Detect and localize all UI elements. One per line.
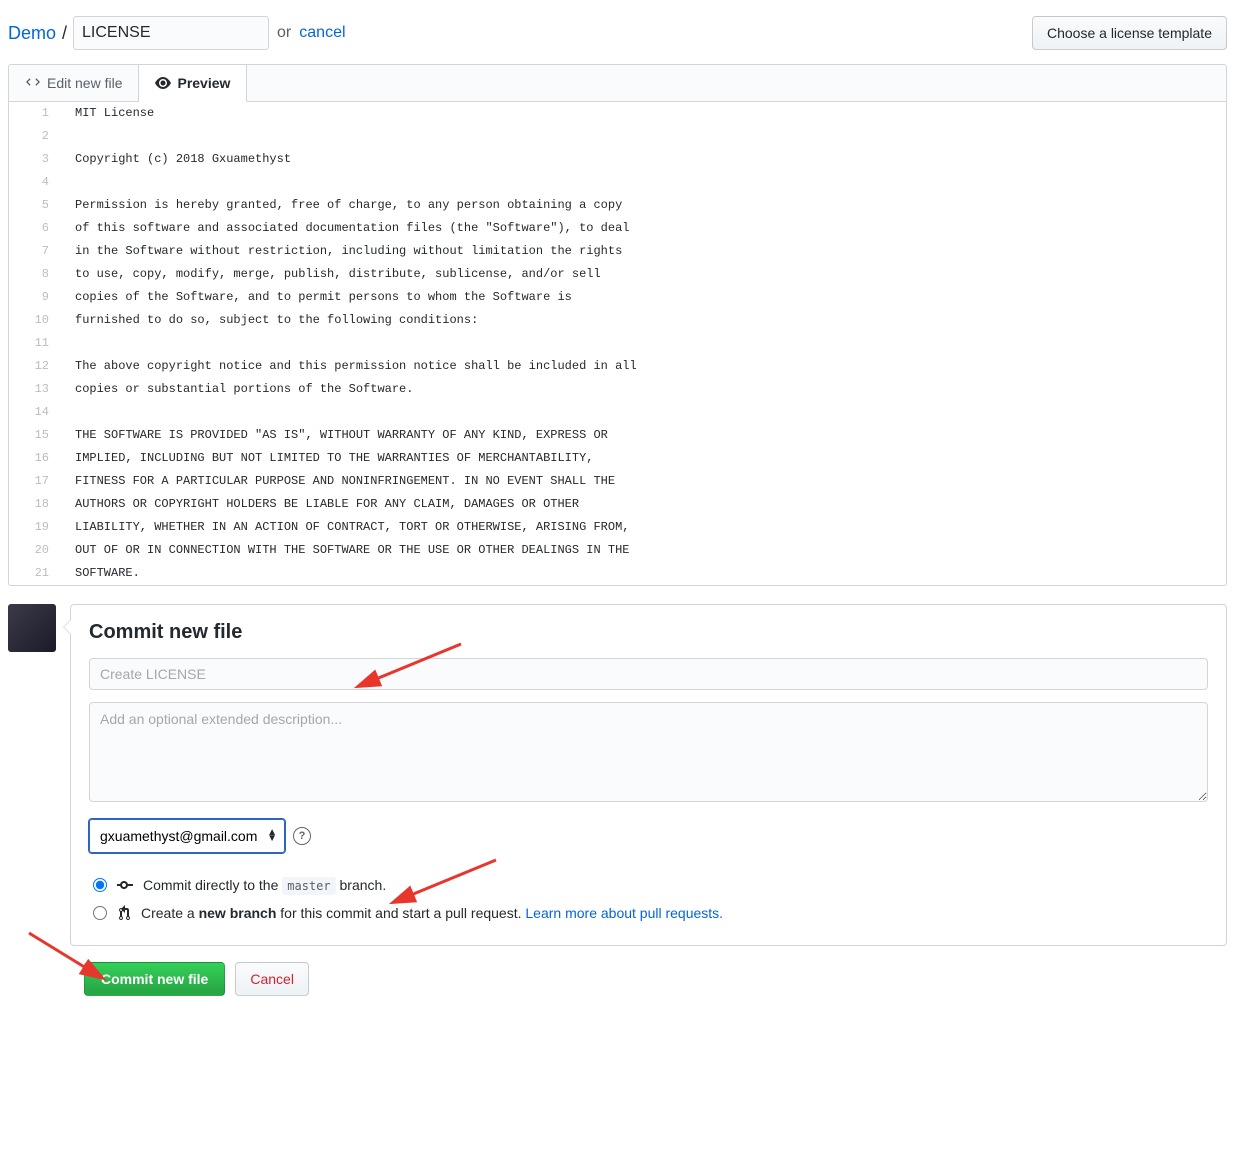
radio-new-branch-input[interactable] — [93, 906, 107, 920]
tab-edit-label: Edit new file — [47, 75, 122, 91]
line-number: 16 — [9, 447, 61, 470]
commit-description-textarea[interactable] — [89, 702, 1208, 802]
code-line: furnished to do so, subject to the follo… — [61, 309, 1226, 332]
code-line — [61, 171, 1226, 194]
line-number: 17 — [9, 470, 61, 493]
help-icon[interactable]: ? — [293, 827, 311, 845]
line-number: 18 — [9, 493, 61, 516]
code-line: AUTHORS OR COPYRIGHT HOLDERS BE LIABLE F… — [61, 493, 1226, 516]
radio-commit-direct[interactable]: Commit directly to the master branch. — [89, 871, 1208, 899]
line-number: 1 — [9, 102, 61, 125]
radio-direct-text: Commit directly to the master branch. — [143, 877, 386, 893]
commit-summary-input[interactable] — [89, 658, 1208, 690]
code-line: The above copyright notice and this perm… — [61, 355, 1226, 378]
code-line: MIT License — [61, 102, 1226, 125]
line-number: 19 — [9, 516, 61, 539]
code-line — [61, 125, 1226, 148]
code-line: SOFTWARE. — [61, 562, 1226, 585]
line-number: 2 — [9, 125, 61, 148]
line-number: 13 — [9, 378, 61, 401]
line-number: 9 — [9, 286, 61, 309]
git-pull-request-icon — [117, 905, 131, 921]
choose-license-template-button[interactable]: Choose a license template — [1032, 16, 1227, 50]
code-line: THE SOFTWARE IS PROVIDED "AS IS", WITHOU… — [61, 424, 1226, 447]
commit-section: Commit new file gxuamethyst@gmail.com ▲▼… — [8, 604, 1227, 946]
line-number: 21 — [9, 562, 61, 585]
code-line: of this software and associated document… — [61, 217, 1226, 240]
cancel-link[interactable]: cancel — [299, 24, 345, 42]
code-line: copies or substantial portions of the So… — [61, 378, 1226, 401]
line-number: 14 — [9, 401, 61, 424]
or-text: or — [277, 24, 291, 42]
cancel-button[interactable]: Cancel — [235, 962, 309, 996]
line-number: 20 — [9, 539, 61, 562]
code-line — [61, 332, 1226, 355]
file-tabs: Edit new file Preview — [8, 64, 1227, 102]
line-number: 12 — [9, 355, 61, 378]
code-line: OUT OF OR IN CONNECTION WITH THE SOFTWAR… — [61, 539, 1226, 562]
commit-email-select[interactable]: gxuamethyst@gmail.com — [89, 819, 285, 853]
learn-more-link[interactable]: Learn more about pull requests. — [525, 905, 723, 921]
commit-new-file-button[interactable]: Commit new file — [84, 962, 225, 996]
radio-new-branch[interactable]: Create a new branch for this commit and … — [89, 899, 1208, 927]
path-separator: / — [62, 23, 67, 44]
code-line: Permission is hereby granted, free of ch… — [61, 194, 1226, 217]
file-preview-box: 1MIT License23Copyright (c) 2018 Gxuamet… — [8, 102, 1227, 586]
line-number: 11 — [9, 332, 61, 355]
avatar[interactable] — [8, 604, 56, 652]
filename-input[interactable] — [73, 16, 269, 50]
eye-icon — [155, 75, 171, 91]
commit-heading: Commit new file — [89, 621, 1208, 644]
breadcrumb-header: Demo / or cancel Choose a license templa… — [8, 8, 1227, 64]
repo-link[interactable]: Demo — [8, 23, 56, 44]
git-commit-icon — [117, 877, 133, 893]
line-number: 15 — [9, 424, 61, 447]
code-icon — [25, 75, 41, 91]
code-line: in the Software without restriction, inc… — [61, 240, 1226, 263]
line-number: 3 — [9, 148, 61, 171]
radio-newbranch-text: Create a new branch for this commit and … — [141, 905, 723, 921]
code-line: Copyright (c) 2018 Gxuamethyst — [61, 148, 1226, 171]
line-number: 7 — [9, 240, 61, 263]
line-number: 6 — [9, 217, 61, 240]
line-number: 4 — [9, 171, 61, 194]
commit-actions: Commit new file Cancel — [84, 962, 1227, 996]
line-number: 10 — [9, 309, 61, 332]
code-line: to use, copy, modify, merge, publish, di… — [61, 263, 1226, 286]
code-line: copies of the Software, and to permit pe… — [61, 286, 1226, 309]
code-line — [61, 401, 1226, 424]
commit-form: Commit new file gxuamethyst@gmail.com ▲▼… — [70, 604, 1227, 946]
tab-preview[interactable]: Preview — [139, 65, 247, 102]
tab-preview-label: Preview — [177, 75, 230, 91]
branch-name-badge: master — [282, 877, 335, 895]
code-line: FITNESS FOR A PARTICULAR PURPOSE AND NON… — [61, 470, 1226, 493]
radio-commit-direct-input[interactable] — [93, 878, 107, 892]
code-line: IMPLIED, INCLUDING BUT NOT LIMITED TO TH… — [61, 447, 1226, 470]
line-number: 5 — [9, 194, 61, 217]
tab-edit-new-file[interactable]: Edit new file — [9, 65, 139, 101]
code-line: LIABILITY, WHETHER IN AN ACTION OF CONTR… — [61, 516, 1226, 539]
code-table: 1MIT License23Copyright (c) 2018 Gxuamet… — [9, 102, 1226, 585]
line-number: 8 — [9, 263, 61, 286]
